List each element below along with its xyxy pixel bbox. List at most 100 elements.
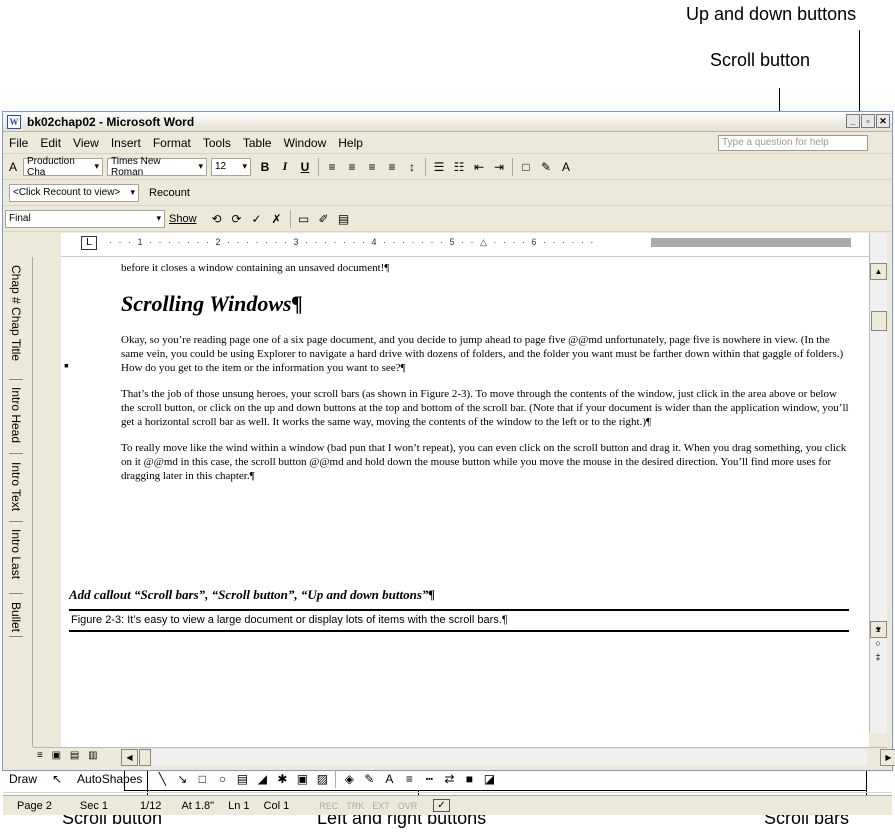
reviewing-pane-icon[interactable]: ▤	[335, 210, 353, 228]
menu-file[interactable]: File	[9, 136, 28, 150]
comment-icon[interactable]: ▭	[295, 210, 313, 228]
recount-select[interactable]: <Click Recount to view>	[9, 183, 139, 202]
align-left-icon[interactable]: ≡	[323, 158, 341, 176]
minimize-icon[interactable]: _	[846, 114, 860, 128]
ruler-margin-shade	[651, 238, 851, 247]
line-color-icon[interactable]: ✎	[360, 770, 378, 788]
increase-indent-icon[interactable]: ⇥	[490, 158, 508, 176]
track-changes-icon[interactable]: ✐	[315, 210, 333, 228]
tab-selector[interactable]: L	[81, 236, 97, 250]
horizontal-ruler[interactable]: L · · · 1 · · · · · · · 2 · · · · · · · …	[61, 233, 869, 257]
clip-art-icon[interactable]: ▣	[293, 770, 311, 788]
font-size-select[interactable]: 12	[211, 157, 251, 176]
menu-table[interactable]: Table	[243, 136, 272, 150]
wordart-icon[interactable]: ◢	[253, 770, 271, 788]
menu-view[interactable]: View	[73, 136, 99, 150]
font-color-draw-icon[interactable]: A	[380, 770, 398, 788]
status-trk[interactable]: TRK	[346, 801, 364, 811]
menu-edit[interactable]: Edit	[40, 136, 61, 150]
previous-change-icon[interactable]: ⟲	[208, 210, 226, 228]
border-icon[interactable]: □	[517, 158, 535, 176]
menu-format[interactable]: Format	[153, 136, 191, 150]
line-spacing-icon[interactable]: ↕	[403, 158, 421, 176]
font-select[interactable]: Times New Roman	[107, 156, 207, 178]
doc-callout-note[interactable]: Add callout “Scroll bars”, “Scroll butto…	[69, 587, 849, 611]
status-page-count: 1/12	[140, 799, 162, 812]
horizontal-scroll-thumb[interactable]	[139, 749, 151, 766]
help-search-input[interactable]: Type a question for help	[718, 135, 868, 151]
view-buttons[interactable]: ≡ ▣ ▤ ▥	[37, 750, 101, 761]
align-center-icon[interactable]: ≡	[343, 158, 361, 176]
fill-color-icon[interactable]: ◈	[340, 770, 358, 788]
figure-caption[interactable]: Figure 2-3: It’s easy to view a large do…	[69, 611, 849, 632]
style-label-intro-head: Intro Head	[9, 383, 23, 455]
shadow-icon[interactable]: ■	[460, 770, 478, 788]
next-page-icon[interactable]: ‡	[869, 650, 887, 664]
scroll-right-button[interactable]: ▶	[880, 749, 895, 766]
select-browse-object-icon[interactable]: ○	[869, 636, 887, 650]
doc-paragraph[interactable]: That’s the job of those unsung heroes, y…	[121, 387, 851, 429]
menu-insert[interactable]: Insert	[111, 136, 141, 150]
underline-button[interactable]: U	[296, 158, 314, 176]
line-style-icon[interactable]: ≡	[400, 770, 418, 788]
draw-menu-button[interactable]: Draw	[9, 772, 37, 786]
restore-icon[interactable]: ▫	[861, 114, 875, 128]
callout-up-down-buttons: Up and down buttons	[686, 4, 857, 24]
doc-heading[interactable]: Scrolling Windows¶	[121, 293, 851, 315]
status-ext[interactable]: EXT	[372, 801, 390, 811]
accept-change-icon[interactable]: ✓	[248, 210, 266, 228]
arrow-icon[interactable]: ↘	[173, 770, 191, 788]
menu-help[interactable]: Help	[338, 136, 363, 150]
decrease-indent-icon[interactable]: ⇤	[470, 158, 488, 176]
line-icon[interactable]: ╲	[153, 770, 171, 788]
title-bar[interactable]: W bk02chap02 - Microsoft Word _ ▫ ✕	[3, 112, 892, 132]
menu-tools[interactable]: Tools	[203, 136, 231, 150]
picture-icon[interactable]: ▨	[313, 770, 331, 788]
doc-paragraph[interactable]: before it closes a window containing an …	[121, 261, 851, 275]
document-page[interactable]: ▪ before it closes a window containing a…	[61, 257, 869, 747]
close-icon[interactable]: ✕	[876, 114, 890, 128]
menu-window[interactable]: Window	[284, 136, 327, 150]
style-label-intro-last: Intro Last	[9, 525, 23, 595]
highlight-icon[interactable]: ✎	[537, 158, 555, 176]
reject-change-icon[interactable]: ✗	[268, 210, 286, 228]
scroll-left-button[interactable]: ◀	[121, 749, 138, 766]
doc-paragraph[interactable]: To really move like the wind within a wi…	[121, 441, 851, 483]
next-change-icon[interactable]: ⟳	[228, 210, 246, 228]
display-for-review-select[interactable]: Final	[5, 209, 165, 228]
spelling-status-icon[interactable]: ✓	[433, 799, 450, 812]
arrow-style-icon[interactable]: ⇄	[440, 770, 458, 788]
style-area: Chap # Chap Title Intro Head Intro Text …	[3, 257, 33, 747]
show-menu-button[interactable]: Show	[169, 213, 197, 225]
align-right-icon[interactable]: ≡	[363, 158, 381, 176]
justify-icon[interactable]: ≡	[383, 158, 401, 176]
markup-toolbar: Final Show ⟲ ⟳ ✓ ✗ ▭ ✐ ▤	[3, 206, 892, 232]
style-select[interactable]: Production Cha	[23, 156, 103, 178]
status-rec[interactable]: REC	[319, 801, 338, 811]
vertical-scroll-thumb[interactable]	[871, 311, 887, 331]
bullets-icon[interactable]: ☷	[450, 158, 468, 176]
autoshapes-menu-button[interactable]: AutoShapes	[77, 772, 142, 786]
previous-page-icon[interactable]: ±	[869, 622, 887, 636]
bold-button[interactable]: B	[256, 158, 274, 176]
oval-icon[interactable]: ○	[213, 770, 231, 788]
numbering-icon[interactable]: ☰	[430, 158, 448, 176]
3d-icon[interactable]: ◪	[480, 770, 498, 788]
select-objects-icon[interactable]: ↖	[48, 770, 66, 788]
font-color-icon[interactable]: A	[557, 158, 575, 176]
doc-paragraph[interactable]: Okay, so you’re reading page one of a si…	[121, 333, 851, 375]
reviewing-toolbar: <Click Recount to view> Recount	[3, 180, 892, 206]
diagram-icon[interactable]: ✱	[273, 770, 291, 788]
text-box-icon[interactable]: ▤	[233, 770, 251, 788]
recount-button[interactable]: Recount	[149, 187, 190, 199]
scroll-up-button[interactable]: ▲	[870, 263, 887, 280]
dash-style-icon[interactable]: ┅	[420, 770, 438, 788]
status-ovr[interactable]: OVR	[398, 801, 418, 811]
styles-pane-icon[interactable]: A	[4, 158, 22, 176]
italic-button[interactable]: I	[276, 158, 294, 176]
horizontal-scrollbar[interactable]: ◀ ▶	[121, 749, 895, 766]
word-icon[interactable]: W	[7, 114, 21, 129]
horizontal-scroll-row: ≡ ▣ ▤ ▥ ◀ ▶	[33, 747, 895, 766]
rectangle-icon[interactable]: □	[193, 770, 211, 788]
style-label-intro-text: Intro Text	[9, 458, 23, 522]
